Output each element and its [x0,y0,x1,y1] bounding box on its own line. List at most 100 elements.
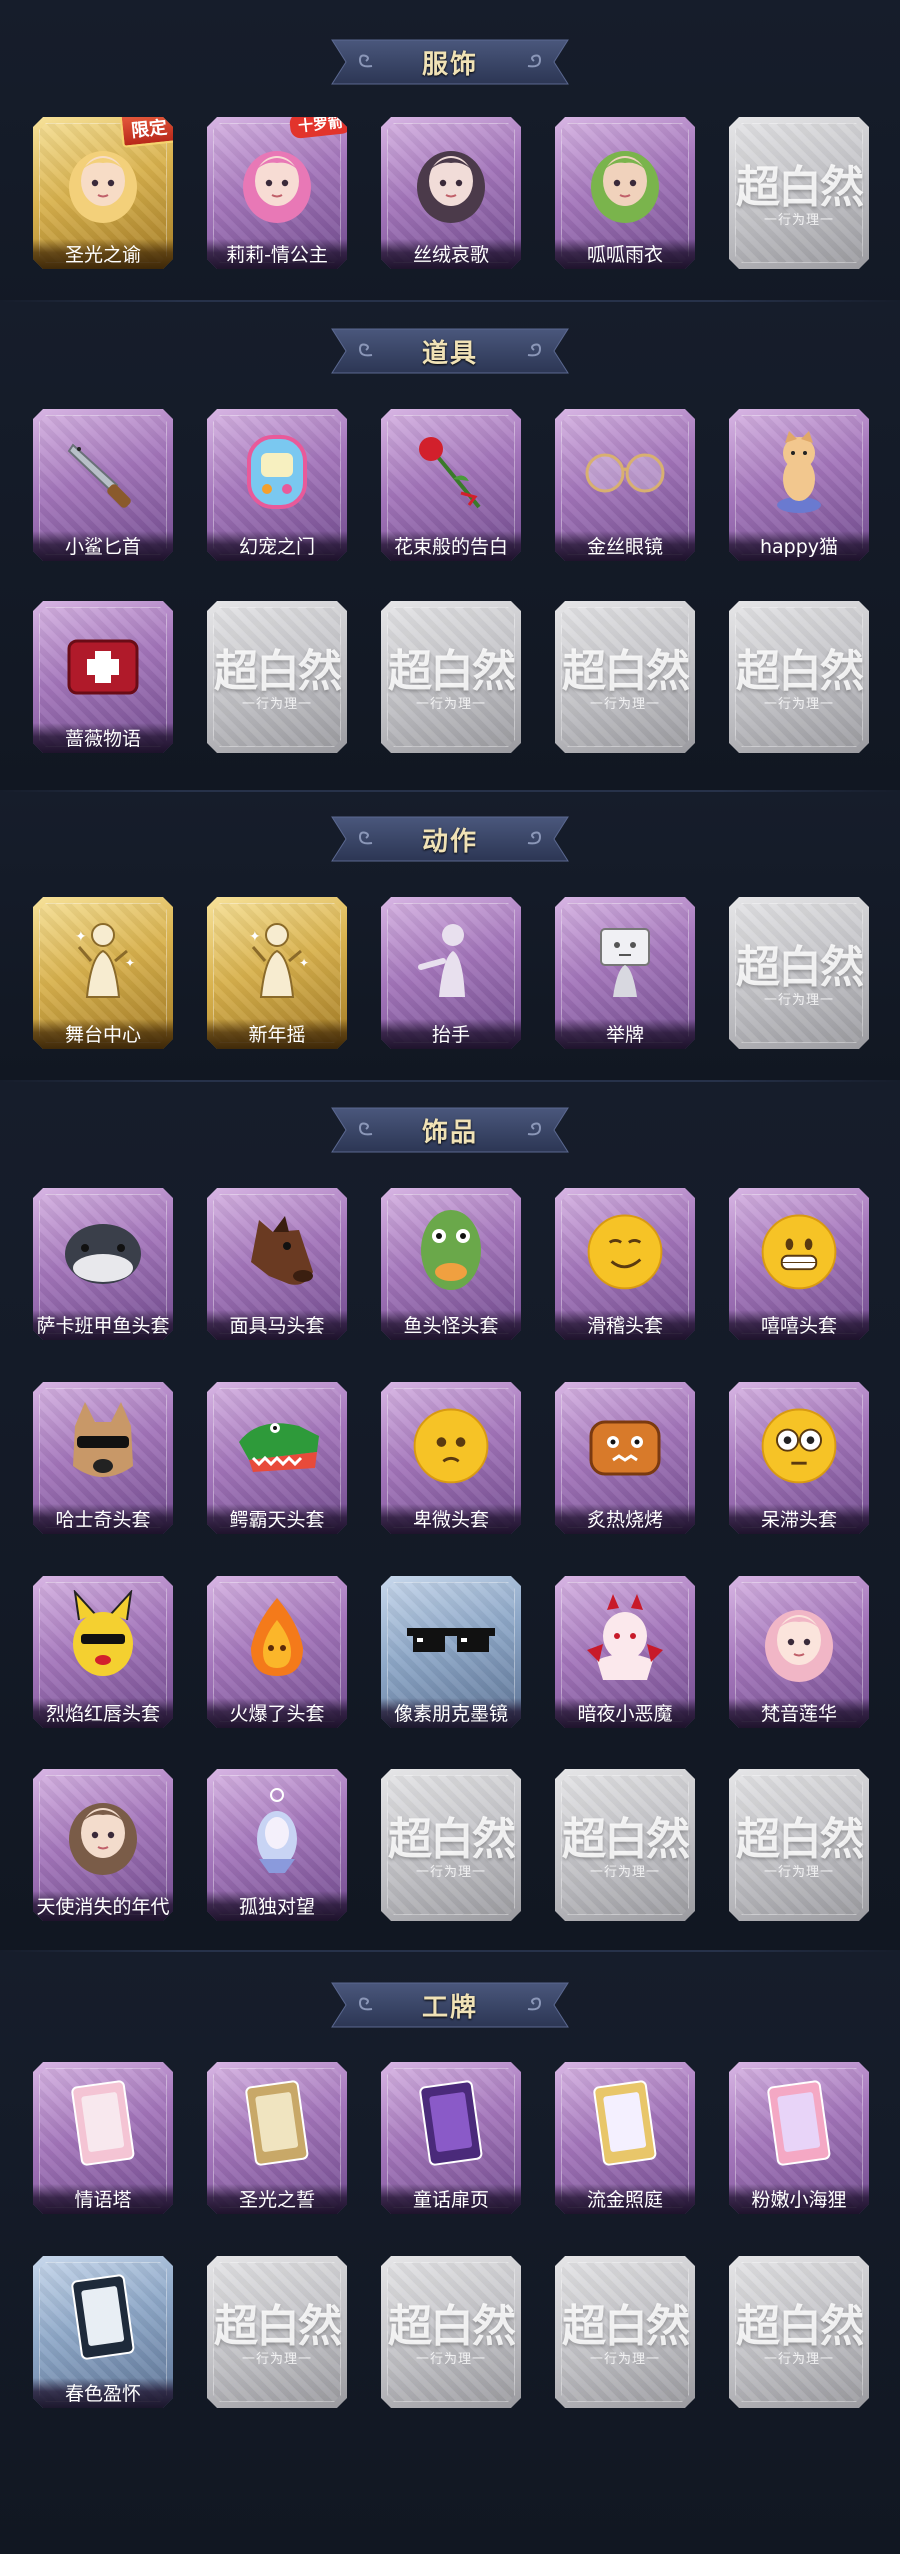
pleading-emoji-icon [401,1396,501,1492]
placeholder-watermark: 超白然 [736,942,864,993]
locked-item-card[interactable]: 超白然 一行为理一 [207,2256,347,2408]
svg-text:✦: ✦ [249,929,261,945]
placeholder-watermark: 超白然 [214,2301,342,2352]
item-name: 呱呱雨衣 [555,239,695,269]
item-card[interactable]: 花束般的告白 [381,409,521,561]
silhouette-card-icon [53,2270,153,2366]
item-card[interactable]: 春色盈怀 [33,2256,173,2408]
green-fish-head-icon [401,1202,501,1298]
item-name: 圣光之谕 [33,239,173,269]
item-name: 蔷薇物语 [33,723,173,753]
item-card[interactable]: 呆滞头套 [729,1382,869,1534]
item-name: happy猫 [729,531,869,561]
item-card[interactable]: 童话扉页 [381,2062,521,2214]
placeholder-watermark-sub: 一行为理一 [415,1865,486,1880]
lotus-chibi-icon [749,1590,849,1686]
item-card[interactable]: 鱼头怪头套 [381,1188,521,1340]
locked-item-card[interactable]: 超白然 一行为理一 [207,601,347,753]
item-card[interactable]: 面具马头套 [207,1188,347,1340]
item-card[interactable]: 梵音莲华 [729,1576,869,1728]
item-card[interactable]: 烈焰红唇头套 [33,1576,173,1728]
locked-item-card[interactable]: 超白然 一行为理一 [729,2256,869,2408]
husky-head-icon [53,1396,153,1492]
placeholder-watermark: 超白然 [562,1814,690,1865]
placeholder-watermark: 超白然 [388,1814,516,1865]
item-card[interactable]: happy猫 [729,409,869,561]
placeholder-watermark-sub: 一行为理一 [415,697,486,712]
locked-item-card[interactable]: 超白然 一行为理一 [729,897,869,1049]
locked-item-card[interactable]: 超白然 一行为理一 [381,2256,521,2408]
item-name: 情语塔 [33,2184,173,2214]
item-card[interactable]: 圣光之誓 [207,2062,347,2214]
item-card[interactable]: 情语塔 [33,2062,173,2214]
item-card[interactable]: 嘻嘻头套 [729,1188,869,1340]
locked-item-card[interactable]: 超白然 一行为理一 [729,601,869,753]
placeholder-watermark: 超白然 [388,646,516,697]
item-card[interactable]: 滑稽头套 [555,1188,695,1340]
locked-item-card[interactable]: 超白然 一行为理一 [729,117,869,269]
item-card[interactable]: ✦ ✦ 新年摇 [207,897,347,1049]
item-card[interactable]: 萨卡班甲鱼头套 [33,1188,173,1340]
pose-figure-icon: ✦ ✦ [53,911,153,1007]
item-card[interactable]: 金丝眼镜 [555,409,695,561]
locked-item-card[interactable]: 超白然 一行为理一 [555,601,695,753]
section-divider [0,790,900,792]
item-card[interactable]: 暗夜小恶魔 [555,1576,695,1728]
red-box-icon [53,615,153,711]
smirk-emoji-icon [575,1202,675,1298]
swirl-ornament-icon [354,341,376,361]
beaver-card-icon [749,2076,849,2172]
pose-figure-icon: ✦ ✦ [227,911,327,1007]
item-card[interactable]: ✦ ✦ 舞台中心 [33,897,173,1049]
placeholder-watermark: 超白然 [736,2301,864,2352]
placeholder-watermark-sub: 一行为理一 [763,2352,834,2367]
item-card[interactable]: 孤独对望 [207,1769,347,1921]
section-title: 服饰 [421,49,478,80]
item-card[interactable]: 流金照庭 [555,2062,695,2214]
item-card[interactable]: 呱呱雨衣 [555,117,695,269]
item-card[interactable]: 圣光之谕 限定 [33,117,173,269]
item-card[interactable]: 举牌 [555,897,695,1049]
item-card[interactable]: 小鲨匕首 [33,409,173,561]
item-card[interactable]: 鳄霸天头套 [207,1382,347,1534]
item-name: 金丝眼镜 [555,531,695,561]
item-name: 滑稽头套 [555,1310,695,1340]
svg-text:✦: ✦ [75,929,87,945]
locked-item-card[interactable]: 超白然 一行为理一 [381,601,521,753]
dazed-emoji-icon [749,1396,849,1492]
glasses-icon [575,423,675,519]
item-card[interactable]: 莉莉-情公主 十罗箭 [207,117,347,269]
little-devil-icon [575,1590,675,1686]
fire-spirit-icon [227,1590,327,1686]
placeholder-watermark: 超白然 [214,646,342,697]
item-card[interactable]: 蔷薇物语 [33,601,173,753]
gold-frame-card-icon [575,2076,675,2172]
item-card[interactable]: 卑微头套 [381,1382,521,1534]
locked-item-card[interactable]: 超白然 一行为理一 [381,1769,521,1921]
item-name: 鳄霸天头套 [207,1504,347,1534]
item-card[interactable]: 幻宠之门 [207,409,347,561]
item-card[interactable]: 像素朋克墨镜 [381,1576,521,1728]
item-name: 烈焰红唇头套 [33,1698,173,1728]
locked-item-card[interactable]: 超白然 一行为理一 [555,1769,695,1921]
locked-item-card[interactable]: 超白然 一行为理一 [729,1769,869,1921]
section-title: 道具 [421,338,478,369]
item-card[interactable]: 粉嫩小海狸 [729,2062,869,2214]
rose-icon [401,423,501,519]
item-card[interactable]: 天使消失的年代 [33,1769,173,1921]
placeholder-watermark: 超白然 [388,2301,516,2352]
item-card[interactable]: 火爆了头套 [207,1576,347,1728]
item-card[interactable]: 哈士奇头套 [33,1382,173,1534]
item-card[interactable]: 丝绒哀歌 [381,117,521,269]
item-name: 鱼头怪头套 [381,1310,521,1340]
item-name: 幻宠之门 [207,531,347,561]
item-name: 举牌 [555,1019,695,1049]
locked-item-card[interactable]: 超白然 一行为理一 [555,2256,695,2408]
placeholder-watermark: 超白然 [562,646,690,697]
item-card[interactable]: 炙热烧烤 [555,1382,695,1534]
grin-emoji-icon [749,1202,849,1298]
section-banner: 动作 [318,813,582,865]
item-card[interactable]: 抬手 [381,897,521,1049]
placeholder-watermark: 超白然 [736,646,864,697]
shark-dagger-icon [53,423,153,519]
